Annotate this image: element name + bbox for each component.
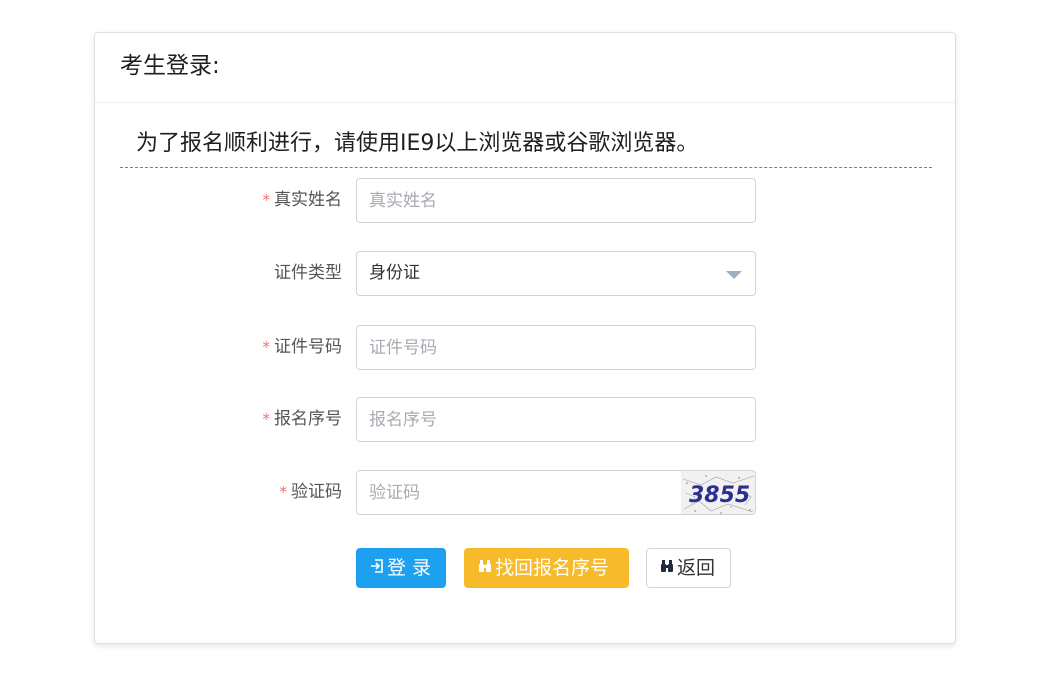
id-type-value: 身份证 xyxy=(369,263,420,283)
form-row-real-name: * 真实姓名 xyxy=(95,178,957,223)
real-name-label: * 真实姓名 xyxy=(262,190,343,210)
notice-divider xyxy=(120,167,932,168)
captcha-text: 3855 xyxy=(689,483,750,508)
back-button[interactable]: 返回 xyxy=(646,548,731,588)
required-mark: * xyxy=(262,410,271,428)
find-button-label: 找回报名序号 xyxy=(495,557,610,579)
form-row-id-number: * 证件号码 xyxy=(95,325,957,370)
browser-notice: 为了报名顺利进行，请使用IE9以上浏览器或谷歌浏览器。 xyxy=(136,131,699,156)
form-row-captcha: *验证码 3855 xyxy=(95,470,957,515)
chevron-down-icon xyxy=(726,271,742,279)
sign-in-icon xyxy=(369,549,385,587)
required-mark: * xyxy=(279,483,288,501)
captcha-image[interactable]: 3855 xyxy=(681,470,756,515)
captcha-graphic: 3855 xyxy=(681,471,755,514)
id-type-label: 证件类型 xyxy=(274,263,342,283)
find-reg-number-button[interactable]: 找回报名序号 xyxy=(464,548,629,588)
captcha-label: * 验证码 xyxy=(279,482,343,502)
binoculars-icon xyxy=(477,549,493,587)
back-button-label: 返回 xyxy=(677,557,716,579)
login-button-label: 登 录 xyxy=(387,557,432,579)
required-mark: * xyxy=(262,338,271,356)
id-number-input[interactable] xyxy=(356,325,756,370)
binoculars-icon xyxy=(659,549,675,587)
reg-number-input[interactable] xyxy=(356,397,756,442)
card-header: 考生登录: xyxy=(95,33,955,103)
login-button[interactable]: 登 录 xyxy=(356,548,446,588)
real-name-input[interactable] xyxy=(356,178,756,223)
reg-number-label: * 报名序号 xyxy=(262,409,343,429)
form-row-reg-number: * 报名序号 xyxy=(95,397,957,442)
id-number-label: * 证件号码 xyxy=(262,337,343,357)
page-title: 考生登录: xyxy=(120,53,220,79)
id-type-select[interactable]: 身份证 xyxy=(356,251,756,296)
form-row-id-type: 证件类型 身份证 xyxy=(95,251,957,296)
captcha-input[interactable] xyxy=(356,470,682,515)
required-mark: * xyxy=(262,191,271,209)
login-card: 考生登录: 为了报名顺利进行，请使用IE9以上浏览器或谷歌浏览器。 * 真实姓名 … xyxy=(94,32,956,644)
